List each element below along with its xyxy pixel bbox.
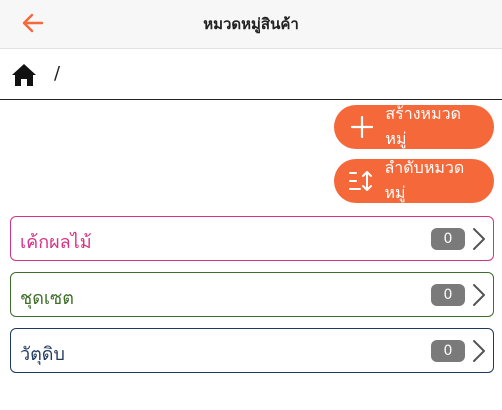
category-name: เค้กผลไม้ bbox=[20, 232, 92, 253]
create-category-button[interactable]: สร้างหมวดหมู่ bbox=[334, 104, 494, 149]
category-name: วัตุดิบ bbox=[20, 344, 65, 365]
chevron-right-icon bbox=[473, 228, 485, 250]
category-name: ชุดเซต bbox=[20, 288, 74, 309]
app-header: หมวดหมู่สินค้า bbox=[0, 0, 502, 49]
category-item[interactable]: เค้กผลไม้ 0 bbox=[10, 216, 494, 261]
category-item[interactable]: วัตุดิบ 0 bbox=[10, 328, 494, 373]
category-count-badge: 0 bbox=[431, 340, 465, 362]
home-icon bbox=[12, 64, 36, 86]
category-item[interactable]: ชุดเซต 0 bbox=[10, 272, 494, 317]
chevron-right-icon bbox=[473, 284, 485, 306]
breadcrumb-separator: / bbox=[54, 63, 61, 84]
plus-icon bbox=[348, 113, 375, 141]
page-title: หมวดหมู่สินค้า bbox=[203, 15, 299, 33]
sort-icon bbox=[348, 167, 375, 195]
order-category-label: ลำดับหมวดหมู่ bbox=[384, 158, 465, 202]
breadcrumb-home[interactable] bbox=[11, 63, 37, 87]
order-category-button[interactable]: ลำดับหมวดหมู่ bbox=[334, 158, 494, 203]
breadcrumb: / bbox=[0, 50, 502, 100]
category-count-badge: 0 bbox=[431, 284, 465, 306]
create-category-label: สร้างหมวดหมู่ bbox=[385, 104, 462, 148]
chevron-right-icon bbox=[473, 340, 485, 362]
category-count-badge: 0 bbox=[431, 228, 465, 250]
